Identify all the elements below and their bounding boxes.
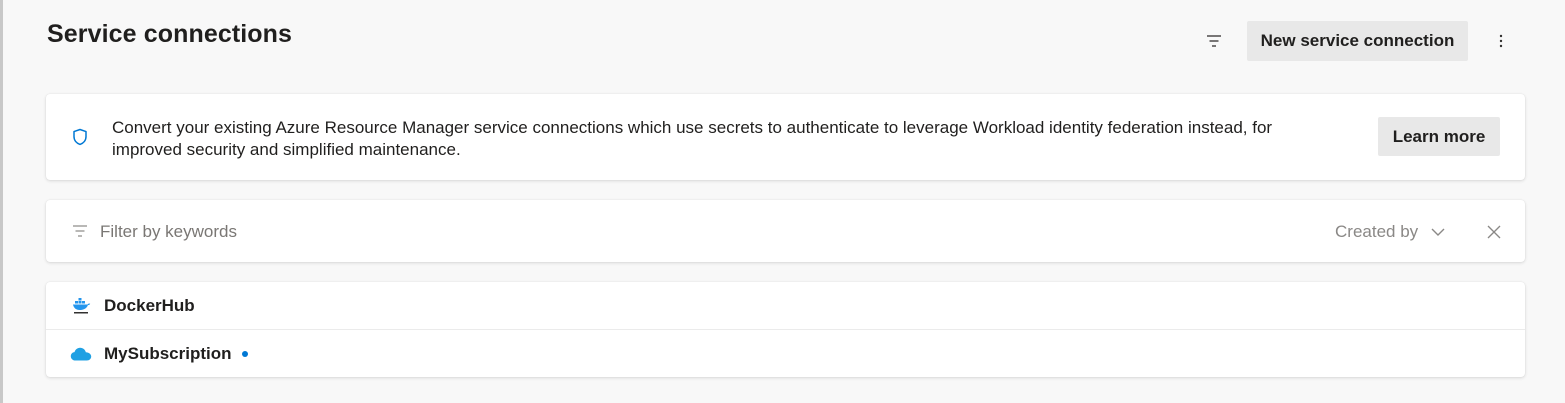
more-actions-button[interactable] bbox=[1486, 26, 1516, 56]
chevron-down-icon bbox=[1431, 228, 1445, 236]
status-dot bbox=[242, 350, 248, 357]
connection-name: MySubscription bbox=[104, 343, 232, 363]
filter-bar: Created by bbox=[46, 200, 1525, 262]
list-item[interactable]: DockerHub bbox=[46, 282, 1525, 330]
new-service-connection-button[interactable]: New service connection bbox=[1247, 21, 1468, 61]
service-connection-list: DockerHub MySubscription bbox=[46, 282, 1525, 377]
connection-name: DockerHub bbox=[104, 295, 195, 315]
banner-message: Convert your existing Azure Resource Man… bbox=[112, 118, 1273, 159]
left-border bbox=[0, 0, 3, 403]
filter-icon bbox=[73, 225, 87, 237]
created-by-dropdown[interactable]: Created by bbox=[1335, 217, 1446, 247]
filter-toggle-button[interactable] bbox=[1198, 26, 1230, 56]
filter-keywords-input[interactable] bbox=[100, 216, 700, 248]
more-vertical-icon bbox=[1499, 34, 1503, 48]
clear-filter-button[interactable] bbox=[1480, 218, 1508, 246]
workload-identity-banner: Convert your existing Azure Resource Man… bbox=[46, 94, 1525, 180]
learn-more-button[interactable]: Learn more bbox=[1378, 117, 1500, 156]
docker-icon bbox=[70, 296, 92, 316]
filter-icon bbox=[1207, 35, 1221, 47]
created-by-label: Created by bbox=[1335, 222, 1419, 241]
shield-icon bbox=[73, 128, 87, 146]
azure-cloud-icon bbox=[70, 344, 92, 364]
close-icon bbox=[1487, 225, 1501, 239]
page-title: Service connections bbox=[47, 20, 293, 48]
list-item[interactable]: MySubscription bbox=[46, 330, 1525, 377]
